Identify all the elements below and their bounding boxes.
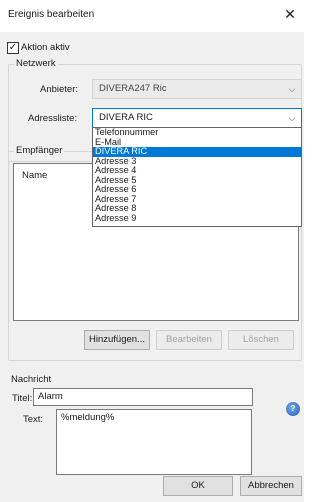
add-button[interactable]: Hinzufügen... [84, 330, 150, 350]
recipients-group-title: Empfänger [14, 145, 65, 156]
message-text-input[interactable]: %meldung% [56, 409, 252, 475]
delete-button[interactable]: Löschen [228, 330, 294, 350]
message-text-label: Text: [23, 414, 44, 425]
addresslist-option[interactable]: Adresse 9 [93, 213, 301, 224]
active-checkbox-label: Aktion aktiv [21, 42, 70, 53]
message-title-label: Titel: [12, 393, 33, 404]
provider-value: DIVERA247 Ric [99, 83, 167, 94]
active-checkbox[interactable]: ✓ [7, 42, 19, 54]
edit-event-dialog: Ereignis bearbeiten ✕ ✓ Aktion aktiv Net… [0, 0, 304, 502]
message-title-value: Alarm [38, 391, 63, 402]
title-bar: Ereignis bearbeiten ✕ [0, 0, 304, 32]
window-title: Ereignis bearbeiten [8, 9, 95, 20]
message-title-input[interactable]: Alarm [33, 388, 253, 406]
message-group-title: Nachricht [11, 374, 52, 385]
provider-label: Anbieter: [40, 84, 79, 95]
addresslist-label: Adressliste: [28, 113, 78, 124]
addresslist-option[interactable]: Telefonnummer [93, 127, 301, 138]
chevron-down-icon: ⌵ [288, 113, 296, 123]
provider-select[interactable]: DIVERA247 Ric ⌵ [92, 79, 302, 99]
close-icon[interactable]: ✕ [282, 6, 298, 22]
ok-button[interactable]: OK [163, 476, 233, 496]
addresslist-select[interactable]: DIVERA RIC ⌵ [92, 108, 302, 128]
message-text-value: %meldung% [61, 412, 115, 423]
chevron-down-icon: ⌵ [288, 84, 296, 94]
network-group-title: Netzwerk [14, 58, 58, 69]
column-header-name[interactable]: Name [22, 170, 47, 181]
addresslist-dropdown: Telefonnummer E-Mail DIVERA RIC Adresse 3 Ad… [92, 127, 302, 227]
addresslist-value: DIVERA RIC [99, 112, 153, 123]
edit-button[interactable]: Bearbeiten [156, 330, 222, 350]
help-icon[interactable]: ? [286, 402, 300, 416]
cancel-button[interactable]: Abbrechen [240, 476, 302, 496]
